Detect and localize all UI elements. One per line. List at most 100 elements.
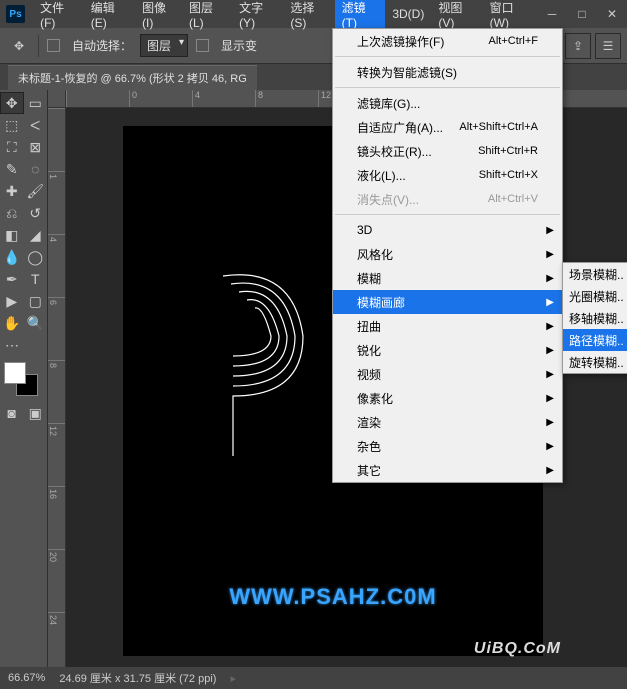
filter-menu-dropdown: 上次滤镜操作(F)Alt+Ctrl+F 转换为智能滤镜(S) 滤镜库(G)...… (332, 28, 563, 483)
menu-type[interactable]: 文字(Y) (232, 0, 283, 28)
submenu-arrow-icon: ▶ (546, 225, 554, 236)
menu-convert-smart[interactable]: 转换为智能滤镜(S) (333, 60, 562, 84)
menu-layer[interactable]: 图层(L) (182, 0, 232, 28)
app-logo: Ps (6, 5, 25, 23)
separator (38, 35, 39, 57)
submenu-arrow-icon: ▶ (546, 273, 554, 284)
quick-mask-tool[interactable]: ◙ (0, 402, 24, 424)
maximize-button[interactable]: □ (567, 0, 597, 28)
marquee-tool[interactable]: ⬚ (0, 114, 24, 136)
color-swatches[interactable] (4, 362, 38, 396)
menu-stylize-sub[interactable]: 风格化▶ (333, 242, 562, 266)
screen-mode-tool[interactable]: ▣ (24, 402, 48, 424)
menu-vanishing-point[interactable]: 消失点(V)...Alt+Ctrl+V (333, 187, 562, 211)
menu-adaptive-wide[interactable]: 自适应广角(A)...Alt+Shift+Ctrl+A (333, 115, 562, 139)
menu-separator (335, 87, 560, 88)
minimize-button[interactable]: ─ (537, 0, 567, 28)
close-button[interactable]: ✕ (597, 0, 627, 28)
show-transform-label: 显示变 (221, 37, 257, 54)
submenu-arrow-icon: ▶ (546, 345, 554, 356)
show-transform-checkbox[interactable] (196, 39, 209, 52)
foreground-color-swatch[interactable] (4, 362, 26, 384)
frame-tool[interactable]: ⊠ (24, 136, 48, 158)
menu-liquify[interactable]: 液化(L)...Shift+Ctrl+X (333, 163, 562, 187)
menu-view[interactable]: 视图(V) (431, 0, 482, 28)
eyedropper-tool[interactable]: ✎ (0, 158, 24, 180)
submenu-field-blur[interactable]: 场景模糊.. (563, 263, 627, 285)
history-brush-tool[interactable]: ↺ (24, 202, 48, 224)
gradient-tool[interactable]: ◢ (24, 224, 48, 246)
menu-separator (335, 214, 560, 215)
menu-other-sub[interactable]: 其它▶ (333, 458, 562, 482)
move-tool-icon[interactable]: ✥ (8, 35, 30, 57)
type-tool[interactable]: T (24, 268, 48, 290)
auto-select-label: 自动选择： (72, 37, 132, 54)
submenu-iris-blur[interactable]: 光圈模糊.. (563, 285, 627, 307)
zoom-level[interactable]: 66.67% (8, 672, 45, 684)
submenu-arrow-icon: ▶ (546, 297, 554, 308)
quick-select-tool[interactable]: ◌ (24, 158, 48, 180)
crop-tool[interactable]: ⛶ (0, 136, 24, 158)
menu-blur-gallery-sub[interactable]: 模糊画廊▶ (333, 290, 562, 314)
submenu-path-blur[interactable]: 路径模糊.. (563, 329, 627, 351)
zoom-tool[interactable]: 🔍 (24, 312, 48, 334)
menu-last-filter[interactable]: 上次滤镜操作(F)Alt+Ctrl+F (333, 29, 562, 53)
eraser-tool[interactable]: ◧ (0, 224, 24, 246)
submenu-arrow-icon: ▶ (546, 417, 554, 428)
move-tool[interactable]: ✥ (0, 92, 24, 114)
submenu-arrow-icon: ▶ (546, 465, 554, 476)
dodge-tool[interactable]: ◯ (24, 246, 48, 268)
menu-separator (335, 56, 560, 57)
status-arrow-icon[interactable]: ▸ (230, 672, 236, 685)
menu-3d-sub[interactable]: 3D▶ (333, 218, 562, 242)
submenu-tilt-shift[interactable]: 移轴模糊.. (563, 307, 627, 329)
submenu-arrow-icon: ▶ (546, 369, 554, 380)
menu-video-sub[interactable]: 视频▶ (333, 362, 562, 386)
submenu-arrow-icon: ▶ (546, 321, 554, 332)
menu-render-sub[interactable]: 渲染▶ (333, 410, 562, 434)
menu-image[interactable]: 图像(I) (135, 0, 182, 28)
shape-tool[interactable]: ▢ (24, 290, 48, 312)
status-bar: 66.67% 24.69 厘米 x 31.75 厘米 (72 ppi) ▸ (0, 667, 627, 689)
auto-select-checkbox[interactable] (47, 39, 60, 52)
menu-window[interactable]: 窗口(W) (483, 0, 537, 28)
share-icon[interactable]: ⇪ (565, 33, 591, 59)
clone-tool[interactable]: ⎌ (0, 202, 24, 224)
menu-edit[interactable]: 编辑(E) (84, 0, 135, 28)
menu-select[interactable]: 选择(S) (283, 0, 334, 28)
ruler-vertical[interactable]: 14681216202428 (48, 108, 66, 667)
titlebar: Ps 文件(F) 编辑(E) 图像(I) 图层(L) 文字(Y) 选择(S) 滤… (0, 0, 627, 28)
panel-menu-icon[interactable]: ☰ (595, 33, 621, 59)
path-select-tool[interactable]: ▶ (0, 290, 24, 312)
brush-tool[interactable]: 🖌 (24, 180, 48, 202)
document-tab[interactable]: 未标题-1-恢复的 @ 66.7% (形状 2 拷贝 46, RG (8, 65, 257, 90)
menu-distort-sub[interactable]: 扭曲▶ (333, 314, 562, 338)
menu-sharpen-sub[interactable]: 锐化▶ (333, 338, 562, 362)
healing-tool[interactable]: ✚ (0, 180, 24, 202)
menu-lens-correction[interactable]: 镜头校正(R)...Shift+Ctrl+R (333, 139, 562, 163)
ruler-origin[interactable] (48, 90, 66, 108)
menubar: 文件(F) 编辑(E) 图像(I) 图层(L) 文字(Y) 选择(S) 滤镜(T… (33, 0, 537, 28)
watermark-text: WWW.PSAHZ.C0M (229, 584, 436, 610)
target-dropdown[interactable]: 图层 (140, 34, 188, 57)
edit-toolbar[interactable]: ⋯ (0, 334, 24, 356)
document-dimensions: 24.69 厘米 x 31.75 厘米 (72 ppi) (59, 670, 216, 686)
hand-tool[interactable]: ✋ (0, 312, 24, 334)
menu-filter[interactable]: 滤镜(T) (335, 0, 386, 28)
window-controls: ─ □ ✕ (537, 0, 627, 28)
pen-tool[interactable]: ✒ (0, 268, 24, 290)
menu-noise-sub[interactable]: 杂色▶ (333, 434, 562, 458)
watermark-corner: UiBQ.CoM (474, 640, 561, 658)
blur-tool[interactable]: 💧 (0, 246, 24, 268)
menu-pixelate-sub[interactable]: 像素化▶ (333, 386, 562, 410)
menu-filter-gallery[interactable]: 滤镜库(G)... (333, 91, 562, 115)
submenu-arrow-icon: ▶ (546, 441, 554, 452)
menu-3d[interactable]: 3D(D) (385, 0, 431, 28)
blur-gallery-submenu: 场景模糊.. 光圈模糊.. 移轴模糊.. 路径模糊.. 旋转模糊.. (562, 262, 627, 374)
lasso-tool[interactable]: ⵦ (24, 114, 48, 136)
menu-file[interactable]: 文件(F) (33, 0, 84, 28)
artboard-tool[interactable]: ▭ (24, 92, 47, 114)
submenu-arrow-icon: ▶ (546, 249, 554, 260)
menu-blur-sub[interactable]: 模糊▶ (333, 266, 562, 290)
submenu-spin-blur[interactable]: 旋转模糊.. (563, 351, 627, 373)
